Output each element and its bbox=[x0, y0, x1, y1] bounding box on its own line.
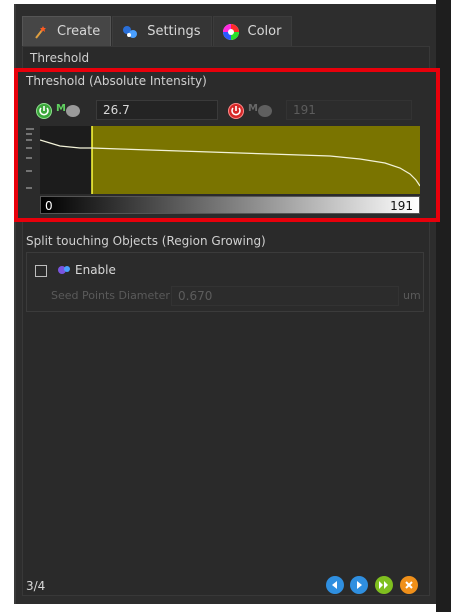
split-group: Enable Seed Points Diameter 0.670 um bbox=[26, 252, 424, 312]
auto-molecule-icon bbox=[258, 105, 272, 117]
tab-color[interactable]: Color bbox=[212, 16, 293, 46]
auto-badge: M bbox=[248, 103, 258, 114]
threshold-section-label: Threshold bbox=[30, 51, 90, 65]
seed-diameter-field[interactable]: 0.670 bbox=[171, 286, 399, 306]
threshold-group: Threshold (Absolute Intensity) M 26.7 M … bbox=[14, 68, 440, 222]
threshold-group-title: Threshold (Absolute Intensity) bbox=[26, 74, 207, 88]
high-threshold-field[interactable]: 191 bbox=[286, 100, 412, 120]
next-button[interactable] bbox=[350, 576, 368, 594]
histogram-ticks bbox=[24, 126, 38, 194]
tab-color-label: Color bbox=[247, 24, 282, 39]
threshold-selection-fill bbox=[92, 126, 420, 194]
enable-label: Enable bbox=[75, 263, 116, 277]
tab-create-label: Create bbox=[57, 24, 101, 39]
intensity-scale: 0 191 bbox=[40, 196, 420, 214]
settings-molecule-icon bbox=[121, 23, 139, 41]
split-section-label: Split touching Objects (Region Growing) bbox=[26, 234, 266, 248]
threshold-controls: M 26.7 M 191 bbox=[18, 100, 436, 122]
back-button[interactable] bbox=[326, 576, 344, 594]
histogram[interactable] bbox=[39, 126, 421, 194]
seed-diameter-label: Seed Points Diameter bbox=[51, 289, 170, 302]
low-threshold-toggle[interactable] bbox=[36, 103, 52, 119]
scale-min-label: 0 bbox=[45, 199, 53, 213]
region-growing-icon bbox=[57, 264, 71, 276]
tab-settings[interactable]: Settings bbox=[112, 16, 212, 46]
color-wheel-icon bbox=[222, 23, 240, 41]
low-threshold-field[interactable]: 26.7 bbox=[96, 100, 218, 120]
arrow-left-icon bbox=[332, 581, 337, 589]
power-icon bbox=[39, 106, 49, 116]
scale-max-label: 191 bbox=[390, 199, 413, 213]
wand-icon bbox=[31, 23, 49, 41]
finish-button[interactable] bbox=[375, 576, 393, 594]
auto-badge: M bbox=[56, 103, 66, 114]
tab-settings-label: Settings bbox=[147, 24, 201, 39]
tab-create[interactable]: Create bbox=[22, 16, 112, 46]
seed-unit-label: um bbox=[403, 289, 421, 302]
high-auto-threshold-button[interactable]: M bbox=[248, 103, 284, 119]
power-icon bbox=[231, 106, 241, 116]
auto-molecule-icon bbox=[66, 105, 80, 117]
double-arrow-icon bbox=[379, 581, 388, 589]
high-threshold-toggle[interactable] bbox=[228, 103, 244, 119]
page-indicator: 3/4 bbox=[26, 579, 46, 593]
arrow-right-icon bbox=[357, 581, 362, 589]
outer-margin bbox=[0, 0, 14, 612]
low-auto-threshold-button[interactable]: M bbox=[56, 103, 84, 119]
cancel-button[interactable] bbox=[400, 576, 418, 594]
close-icon bbox=[405, 581, 413, 589]
enable-checkbox[interactable] bbox=[35, 265, 47, 277]
tab-bar: Create Settings Color bbox=[22, 16, 293, 46]
